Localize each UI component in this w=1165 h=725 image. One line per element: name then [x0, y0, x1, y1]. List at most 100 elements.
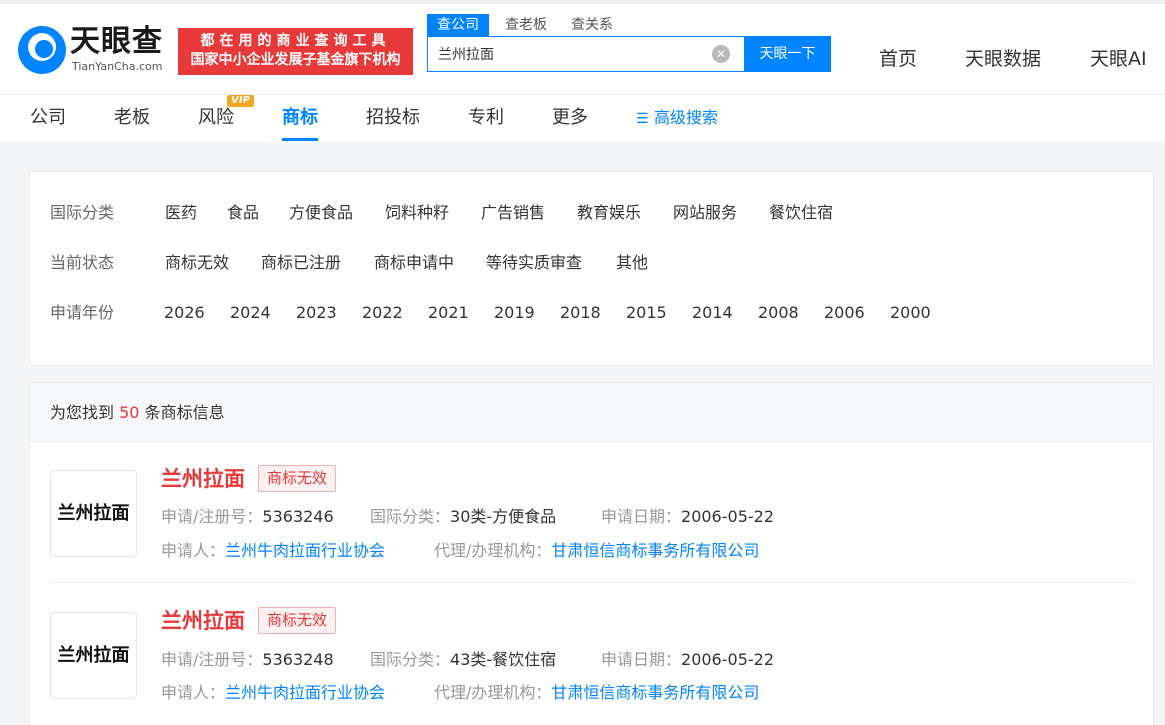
reg-no-field: 申请/注册号：5363246 — [161, 505, 334, 529]
tab-company[interactable]: 公司 — [30, 105, 66, 131]
slogan-banner[interactable]: 都在用的商业查询工具 国家中小企业发展子基金旗下机构 — [178, 28, 413, 75]
filter-panel: 国际分类 医药 食品 方便食品 饲料种籽 广告销售 教育娱乐 网站服务 餐饮住宿… — [29, 171, 1154, 366]
applicant-link[interactable]: 兰州牛肉拉面行业协会 — [225, 541, 385, 560]
filter-option[interactable]: 2024 — [230, 300, 271, 326]
search-tab-relation[interactable]: 查关系 — [571, 14, 613, 36]
class-field: 国际分类：43类-餐饮住宿 — [370, 648, 556, 672]
filter-option[interactable]: 其他 — [616, 250, 648, 276]
filter-option[interactable]: 商标已注册 — [261, 250, 341, 276]
advanced-search-link[interactable]: ☰ 高级搜索 — [636, 105, 718, 132]
applicant-label: 申请人： — [161, 683, 226, 702]
agent-link[interactable]: 甘肃恒信商标事务所有限公司 — [551, 541, 759, 560]
status-badge: 商标无效 — [258, 465, 337, 492]
tab-more[interactable]: 更多 — [552, 105, 588, 131]
status-badge: 商标无效 — [258, 607, 337, 634]
agent-field: 代理/办理机构：甘肃恒信商标事务所有限公司 — [434, 539, 759, 563]
date-label: 申请日期： — [601, 650, 682, 669]
trademark-image[interactable]: 兰州拉面 — [50, 612, 137, 699]
results-suffix: 条商标信息 — [144, 403, 225, 422]
filter-option[interactable]: 2000 — [890, 300, 931, 326]
search-tab-boss[interactable]: 查老板 — [505, 14, 547, 36]
agent-field: 代理/办理机构：甘肃恒信商标事务所有限公司 — [434, 681, 759, 705]
search-button[interactable]: 天眼一下 — [744, 36, 831, 72]
filter-option[interactable]: 2006 — [824, 300, 865, 326]
class-value: 43类-餐饮住宿 — [450, 650, 557, 669]
category-nav: 公司 老板 风险 VIP 商标 招投标 专利 更多 ☰ 高级搜索 — [0, 94, 1165, 142]
slogan-line-1: 都在用的商业查询工具 — [200, 33, 391, 49]
nav-ai[interactable]: 天眼AI — [1090, 46, 1147, 72]
tab-bidding[interactable]: 招投标 — [366, 105, 420, 131]
tab-risk[interactable]: 风险 — [198, 105, 234, 131]
applicant-field: 申请人：兰州牛肉拉面行业协会 — [161, 539, 385, 563]
search-input[interactable] — [438, 43, 708, 65]
filter-label-status: 当前状态 — [50, 253, 115, 272]
filter-option[interactable]: 2022 — [362, 300, 403, 326]
tab-boss[interactable]: 老板 — [114, 105, 150, 131]
top-header: 天眼查 TianYanCha.com 都在用的商业查询工具 国家中小企业发展子基… — [0, 0, 1165, 94]
filter-option[interactable]: 教育娱乐 — [577, 200, 641, 226]
logo-text: 天眼查 — [70, 24, 163, 59]
trademark-name[interactable]: 兰州拉面 — [161, 464, 245, 494]
nav-data[interactable]: 天眼数据 — [965, 46, 1041, 72]
results-summary: 为您找到 50 条商标信息 — [30, 383, 1153, 442]
filter-option[interactable]: 饲料种籽 — [385, 200, 449, 226]
search-tab-company[interactable]: 查公司 — [427, 14, 489, 36]
agent-label: 代理/办理机构： — [434, 683, 552, 702]
tab-patent[interactable]: 专利 — [468, 105, 504, 131]
logo-domain: TianYanCha.com — [72, 60, 163, 73]
date-label: 申请日期： — [601, 507, 682, 526]
trademark-image[interactable]: 兰州拉面 — [50, 470, 137, 557]
advanced-search-icon: ☰ — [636, 111, 649, 127]
class-field: 国际分类：30类-方便食品 — [370, 505, 556, 529]
trademark-item: 兰州拉面 兰州拉面 商标无效 申请/注册号：5363248 国际分类：43类-餐… — [50, 585, 1133, 725]
agent-link[interactable]: 甘肃恒信商标事务所有限公司 — [551, 683, 759, 702]
filter-option[interactable]: 2015 — [626, 300, 667, 326]
filter-option[interactable]: 餐饮住宿 — [769, 200, 833, 226]
search-box: ✕ — [427, 36, 745, 72]
reg-no-value: 5363246 — [262, 507, 334, 526]
filter-option[interactable]: 广告销售 — [481, 200, 545, 226]
date-value: 2006-05-22 — [681, 650, 774, 669]
reg-no-label: 申请/注册号： — [161, 650, 263, 669]
reg-no-label: 申请/注册号： — [161, 507, 263, 526]
results-count: 50 — [119, 403, 140, 422]
nav-home[interactable]: 首页 — [879, 46, 917, 72]
filter-label-class: 国际分类 — [50, 203, 115, 222]
agent-label: 代理/办理机构： — [434, 541, 552, 560]
trademark-item: 兰州拉面 兰州拉面 商标无效 申请/注册号：5363246 国际分类：30类-方… — [50, 443, 1133, 583]
filter-option[interactable]: 医药 — [165, 200, 197, 226]
filter-option[interactable]: 2008 — [758, 300, 799, 326]
class-label: 国际分类： — [370, 507, 451, 526]
filter-option[interactable]: 方便食品 — [289, 200, 353, 226]
reg-no-field: 申请/注册号：5363248 — [161, 648, 334, 672]
filter-option[interactable]: 2023 — [296, 300, 337, 326]
date-field: 申请日期：2006-05-22 — [601, 505, 774, 529]
filter-option[interactable]: 2019 — [494, 300, 535, 326]
filter-option[interactable]: 2026 — [164, 300, 205, 326]
logo-eye-icon — [18, 26, 66, 74]
results-prefix: 为您找到 — [50, 403, 115, 422]
trademark-name[interactable]: 兰州拉面 — [161, 606, 245, 636]
advanced-search-label: 高级搜索 — [654, 108, 719, 127]
filter-option[interactable]: 等待实质审查 — [486, 250, 582, 276]
filter-option[interactable]: 2018 — [560, 300, 601, 326]
filter-label-year: 申请年份 — [50, 303, 115, 322]
tianyancha-logo[interactable]: 天眼查 TianYanCha.com — [18, 24, 173, 76]
class-label: 国际分类： — [370, 650, 451, 669]
filter-option[interactable]: 商标申请中 — [374, 250, 454, 276]
class-value: 30类-方便食品 — [450, 507, 557, 526]
slogan-line-2: 国家中小企业发展子基金旗下机构 — [190, 52, 401, 68]
applicant-link[interactable]: 兰州牛肉拉面行业协会 — [225, 683, 385, 702]
date-field: 申请日期：2006-05-22 — [601, 648, 774, 672]
vip-badge: VIP — [227, 95, 254, 107]
filter-option[interactable]: 网站服务 — [673, 200, 737, 226]
filter-option[interactable]: 商标无效 — [165, 250, 229, 276]
date-value: 2006-05-22 — [681, 507, 774, 526]
tab-trademark[interactable]: 商标 — [282, 105, 318, 141]
clear-icon[interactable]: ✕ — [712, 45, 730, 63]
filter-option[interactable]: 2014 — [692, 300, 733, 326]
applicant-label: 申请人： — [161, 541, 226, 560]
filter-option[interactable]: 2021 — [428, 300, 469, 326]
applicant-field: 申请人：兰州牛肉拉面行业协会 — [161, 681, 385, 705]
filter-option[interactable]: 食品 — [227, 200, 259, 226]
